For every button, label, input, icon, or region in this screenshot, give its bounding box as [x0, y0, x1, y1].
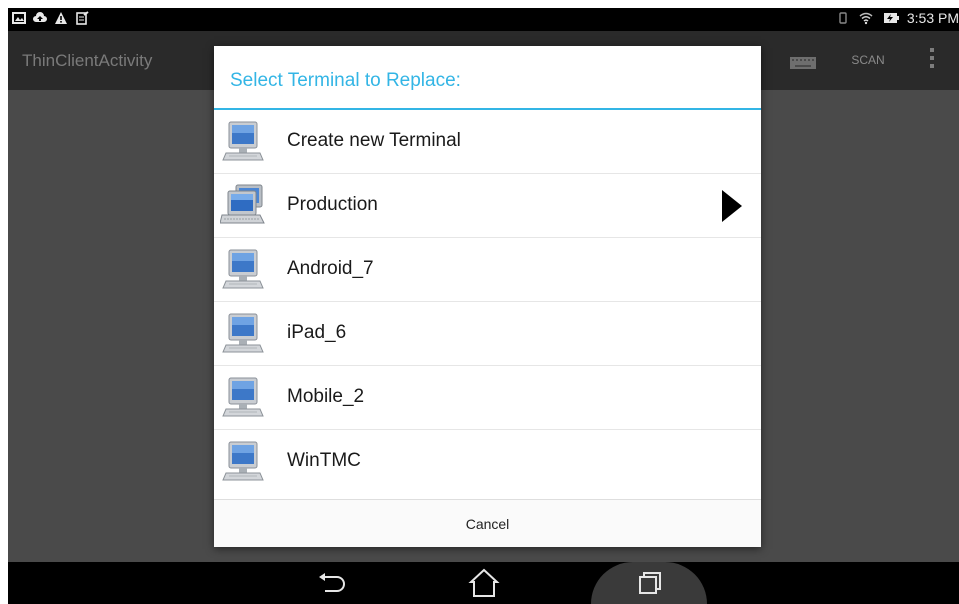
- terminal-item-label: Android_7: [287, 258, 374, 279]
- wifi-icon: [859, 12, 873, 25]
- system-icons: 3:53 PM: [836, 10, 959, 26]
- keyboard-icon[interactable]: [790, 57, 816, 69]
- terminal-list-item[interactable]: Mobile_2: [214, 366, 761, 430]
- navigation-bar: [8, 562, 959, 604]
- home-icon[interactable]: [464, 566, 504, 600]
- terminal-list: Create new Terminal Production Android_7…: [214, 110, 761, 494]
- cloud-upload-icon: [33, 12, 47, 22]
- notification-icons: [12, 11, 89, 25]
- recent-apps-icon[interactable]: [630, 566, 670, 600]
- app-title: ThinClientActivity: [22, 51, 153, 70]
- status-time: 3:53 PM: [906, 10, 959, 26]
- terminal-item-label: iPad_6: [287, 322, 347, 343]
- terminal-list-item[interactable]: iPad_6: [214, 302, 761, 366]
- select-terminal-dialog: Select Terminal to Replace: Create new T…: [214, 46, 761, 547]
- gallery-icon: [12, 12, 26, 24]
- overflow-menu-icon[interactable]: [920, 45, 944, 75]
- terminal-item-label: Create new Terminal: [287, 130, 461, 151]
- terminal-group-icon: [219, 183, 266, 229]
- scan-button[interactable]: SCAN: [838, 41, 898, 79]
- vibrate-icon: [839, 12, 847, 24]
- terminal-list-item[interactable]: Android_7: [214, 238, 761, 302]
- terminal-item-label: Mobile_2: [287, 386, 365, 407]
- dialog-footer: Cancel: [214, 499, 761, 547]
- submenu-arrow-icon[interactable]: [720, 190, 744, 222]
- terminal-icon: [220, 375, 266, 421]
- terminal-icon: [220, 119, 266, 165]
- terminal-icon: [220, 247, 266, 293]
- back-icon[interactable]: [309, 566, 349, 600]
- terminal-list-item[interactable]: WinTMC: [214, 430, 761, 494]
- terminal-list-item[interactable]: Create new Terminal: [214, 110, 761, 174]
- terminal-icon: [220, 439, 266, 485]
- warning-icon: [55, 12, 67, 24]
- terminal-item-label: Production: [287, 194, 378, 215]
- device-screen: 3:53 PM ThinClientActivity SCAN Select T…: [8, 8, 959, 604]
- terminal-item-label: WinTMC: [287, 450, 361, 471]
- status-bar: 3:53 PM: [8, 8, 959, 31]
- battery-charging-icon: [883, 13, 899, 23]
- cancel-button[interactable]: Cancel: [214, 500, 761, 548]
- terminal-icon: [220, 311, 266, 357]
- clipboard-icon: [76, 11, 89, 25]
- dialog-title: Select Terminal to Replace:: [230, 70, 461, 91]
- terminal-list-item[interactable]: Production: [214, 174, 761, 238]
